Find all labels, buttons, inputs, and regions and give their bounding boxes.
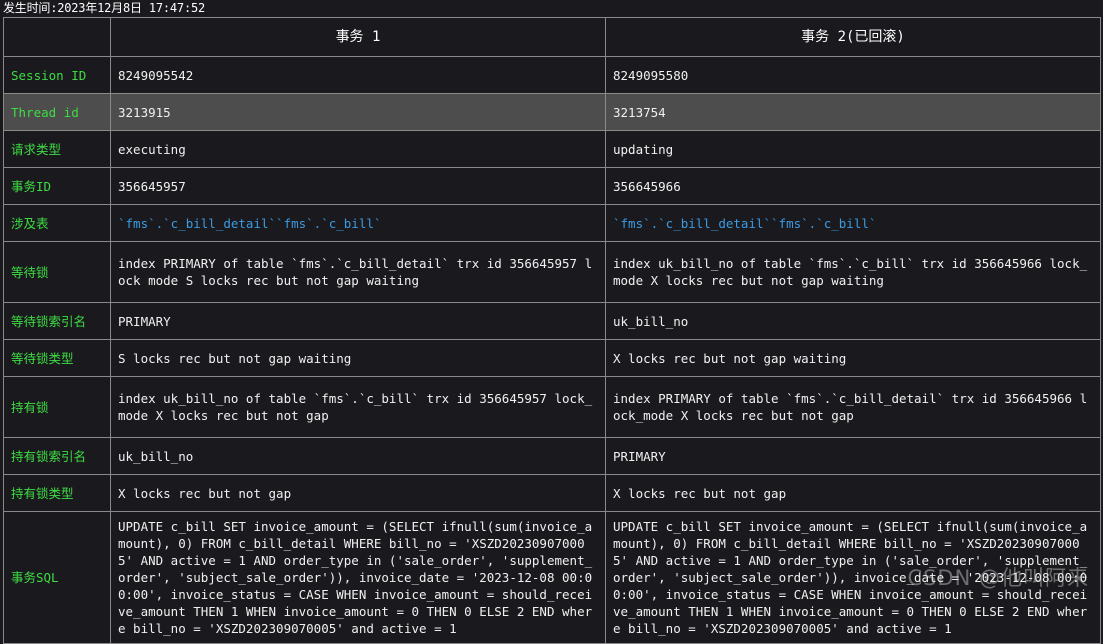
table-row: Thread id 3213915 3213754 bbox=[3, 93, 1101, 131]
row-label: 等待锁索引名 bbox=[3, 302, 111, 340]
occurrence-time-label: 发生时间:2023年12月8日 17:47:52 bbox=[0, 0, 1103, 17]
row-label: 事务SQL bbox=[3, 511, 111, 644]
cell-transaction-1: `fms`.`c_bill_detail``fms`.`c_bill` bbox=[110, 204, 606, 242]
row-label: 等待锁 bbox=[3, 241, 111, 303]
row-label: Thread id bbox=[3, 93, 111, 131]
cell-transaction-2: updating bbox=[605, 130, 1101, 168]
deadlock-comparison-table: 事务 1 事务 2(已回滚) Session ID 8249095542 82490… bbox=[3, 17, 1101, 644]
column-header-transaction-1: 事务 1 bbox=[110, 17, 606, 57]
table-row: Session ID 8249095542 8249095580 bbox=[3, 56, 1101, 94]
cell-transaction-1: UPDATE c_bill SET invoice_amount = (SELE… bbox=[110, 511, 606, 644]
cell-transaction-1: 3213915 bbox=[110, 93, 606, 131]
cell-transaction-2: 3213754 bbox=[605, 93, 1101, 131]
row-label: 事务ID bbox=[3, 167, 111, 205]
column-header-transaction-2: 事务 2(已回滚) bbox=[605, 17, 1101, 57]
cell-transaction-1: S locks rec but not gap waiting bbox=[110, 339, 606, 377]
table-row: 持有锁索引名 uk_bill_no PRIMARY bbox=[3, 437, 1101, 475]
row-label: 持有锁索引名 bbox=[3, 437, 111, 475]
table-header-row: 事务 1 事务 2(已回滚) bbox=[3, 17, 1101, 57]
row-label: 请求类型 bbox=[3, 130, 111, 168]
cell-transaction-2: index uk_bill_no of table `fms`.`c_bill`… bbox=[605, 241, 1101, 303]
table-row: 事务ID 356645957 356645966 bbox=[3, 167, 1101, 205]
cell-transaction-2: `fms`.`c_bill_detail``fms`.`c_bill` bbox=[605, 204, 1101, 242]
table-row: 等待锁类型 S locks rec but not gap waiting X lo… bbox=[3, 339, 1101, 377]
cell-transaction-2: 8249095580 bbox=[605, 56, 1101, 94]
table-row: 持有锁 index uk_bill_no of table `fms`.`c_bi… bbox=[3, 376, 1101, 438]
cell-transaction-1: index PRIMARY of table `fms`.`c_bill_det… bbox=[110, 241, 606, 303]
row-label: Session ID bbox=[3, 56, 111, 94]
cell-transaction-2: PRIMARY bbox=[605, 437, 1101, 475]
cell-transaction-1: PRIMARY bbox=[110, 302, 606, 340]
table-row: 涉及表 `fms`.`c_bill_detail``fms`.`c_bill` `f… bbox=[3, 204, 1101, 242]
cell-transaction-1: index uk_bill_no of table `fms`.`c_bill`… bbox=[110, 376, 606, 438]
table-row: 等待锁 index PRIMARY of table `fms`.`c_bill_… bbox=[3, 241, 1101, 303]
cell-transaction-1: 356645957 bbox=[110, 167, 606, 205]
row-label: 等待锁类型 bbox=[3, 339, 111, 377]
cell-transaction-2: uk_bill_no bbox=[605, 302, 1101, 340]
table-row: 持有锁类型 X locks rec but not gap X locks rec … bbox=[3, 474, 1101, 512]
cell-transaction-1: X locks rec but not gap bbox=[110, 474, 606, 512]
cell-transaction-2: 356645966 bbox=[605, 167, 1101, 205]
table-row: 请求类型 executing updating bbox=[3, 130, 1101, 168]
row-label: 涉及表 bbox=[3, 204, 111, 242]
table-header: 事务 1 事务 2(已回滚) bbox=[3, 17, 1101, 57]
cell-transaction-2: X locks rec but not gap bbox=[605, 474, 1101, 512]
cell-transaction-1: uk_bill_no bbox=[110, 437, 606, 475]
table-row: 事务SQL UPDATE c_bill SET invoice_amount = … bbox=[3, 511, 1101, 644]
table-body: Session ID 8249095542 8249095580 Thread id 3… bbox=[3, 56, 1101, 644]
cell-transaction-1: 8249095542 bbox=[110, 56, 606, 94]
table-corner-cell bbox=[3, 17, 111, 57]
cell-transaction-1: executing bbox=[110, 130, 606, 168]
row-label: 持有锁 bbox=[3, 376, 111, 438]
table-row: 等待锁索引名 PRIMARY uk_bill_no bbox=[3, 302, 1101, 340]
cell-transaction-2: index PRIMARY of table `fms`.`c_bill_det… bbox=[605, 376, 1101, 438]
row-label: 持有锁类型 bbox=[3, 474, 111, 512]
cell-transaction-2: UPDATE c_bill SET invoice_amount = (SELE… bbox=[605, 511, 1101, 644]
cell-transaction-2: X locks rec but not gap waiting bbox=[605, 339, 1101, 377]
